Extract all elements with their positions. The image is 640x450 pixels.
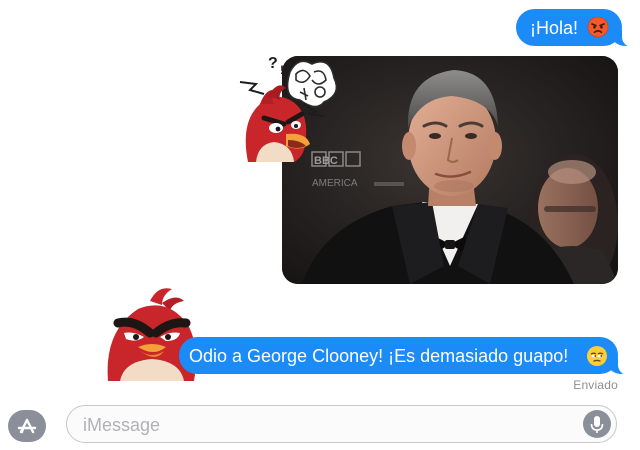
message-text: ¡Hola! (529, 18, 578, 38)
unamused-face-emoji-icon (586, 345, 608, 373)
message-bubble-odio[interactable]: Odio a George Clooney! ¡Es demasiado gua… (179, 337, 632, 375)
backdrop-subtitle: AMERICA (312, 178, 358, 189)
svg-text:?: ? (268, 55, 278, 72)
microphone-button[interactable] (583, 410, 611, 438)
microphone-icon (583, 410, 611, 438)
app-store-button[interactable] (8, 410, 46, 442)
imessage-screen: ¡Hola! BBC AMERICA ? ! Odio a George Clo… (0, 0, 640, 450)
angry-bird-red-sticker-shouting[interactable]: ? ! (234, 52, 344, 164)
svg-text:!: ! (280, 63, 284, 77)
delivery-status: Enviado (573, 378, 618, 392)
message-text: Odio a George Clooney! ¡Es demasiado gua… (189, 346, 569, 366)
app-store-icon (8, 410, 46, 442)
imessage-placeholder: iMessage (83, 415, 161, 435)
angry-face-emoji-icon (587, 16, 609, 38)
message-bubble-hola[interactable]: ¡Hola! (515, 9, 636, 47)
imessage-input[interactable]: iMessage (66, 405, 617, 443)
